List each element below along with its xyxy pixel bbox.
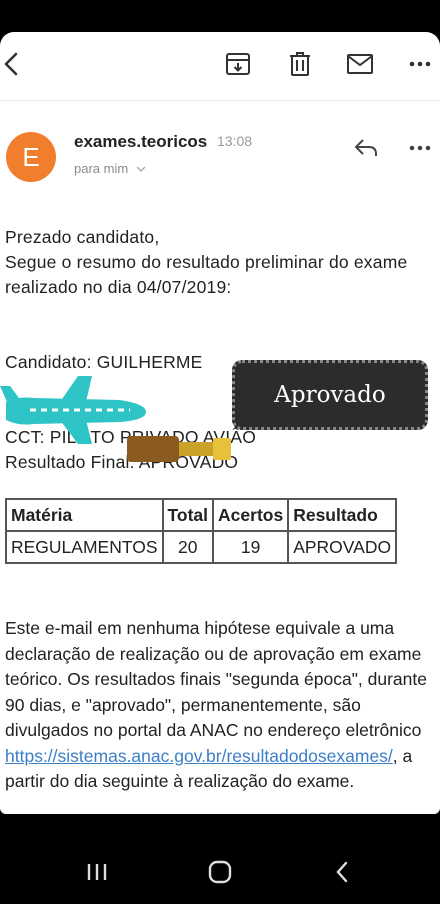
- greeting: Prezado candidato,: [5, 227, 160, 247]
- header-resultado: Resultado: [287, 498, 398, 532]
- anac-link[interactable]: https://sistemas.anac.gov.br/resultadodo…: [5, 746, 393, 766]
- approved-sticker: Aprovado: [232, 360, 428, 430]
- chevron-down-icon: [136, 166, 146, 172]
- avatar-letter: E: [22, 141, 40, 172]
- recent-apps-icon[interactable]: [75, 850, 119, 894]
- recipient-dropdown[interactable]: para mim: [74, 161, 146, 176]
- cell-total: 20: [161, 530, 215, 564]
- disclaimer-part-1: Este e-mail em nenhuma hipótese equivale…: [5, 618, 427, 740]
- table-header-row: Matéria Total Acertos Resultado: [5, 498, 398, 532]
- trash-icon[interactable]: [280, 44, 320, 84]
- toolbar: [0, 32, 440, 96]
- sender-name[interactable]: exames.teoricos: [74, 132, 207, 152]
- android-navbar: [0, 838, 440, 904]
- cell-materia: REGULAMENTOS: [5, 530, 164, 564]
- table-row: REGULAMENTOS 20 19 APROVADO: [5, 530, 398, 564]
- results-table: Matéria Total Acertos Resultado REGULAME…: [5, 498, 398, 564]
- toolbar-divider: [0, 100, 440, 101]
- sender-avatar[interactable]: E: [6, 132, 56, 182]
- header-acertos: Acertos: [212, 498, 290, 532]
- cell-resultado: APROVADO: [287, 530, 398, 564]
- disclaimer-text: Este e-mail em nenhuma hipótese equivale…: [5, 616, 430, 795]
- reply-icon[interactable]: [350, 132, 382, 164]
- header-total: Total: [161, 498, 215, 532]
- cell-acertos: 19: [212, 530, 290, 564]
- message-more-icon[interactable]: [404, 132, 436, 164]
- more-icon[interactable]: [400, 44, 440, 84]
- back-nav-icon[interactable]: [320, 850, 364, 894]
- email-time: 13:08: [217, 133, 253, 149]
- intro-text: Segue o resumo do resultado preliminar d…: [5, 252, 408, 297]
- recipient-label: para mim: [74, 161, 129, 176]
- archive-icon[interactable]: [218, 44, 258, 84]
- header-materia: Matéria: [5, 498, 164, 532]
- approved-sticker-label: Aprovado: [274, 382, 386, 408]
- home-icon[interactable]: [198, 850, 242, 894]
- mail-icon[interactable]: [340, 44, 380, 84]
- back-icon[interactable]: [0, 44, 32, 84]
- bottle-sticker-icon: [125, 434, 233, 469]
- email-screen: E exames.teoricos 13:08 para mim Prezado…: [0, 32, 440, 814]
